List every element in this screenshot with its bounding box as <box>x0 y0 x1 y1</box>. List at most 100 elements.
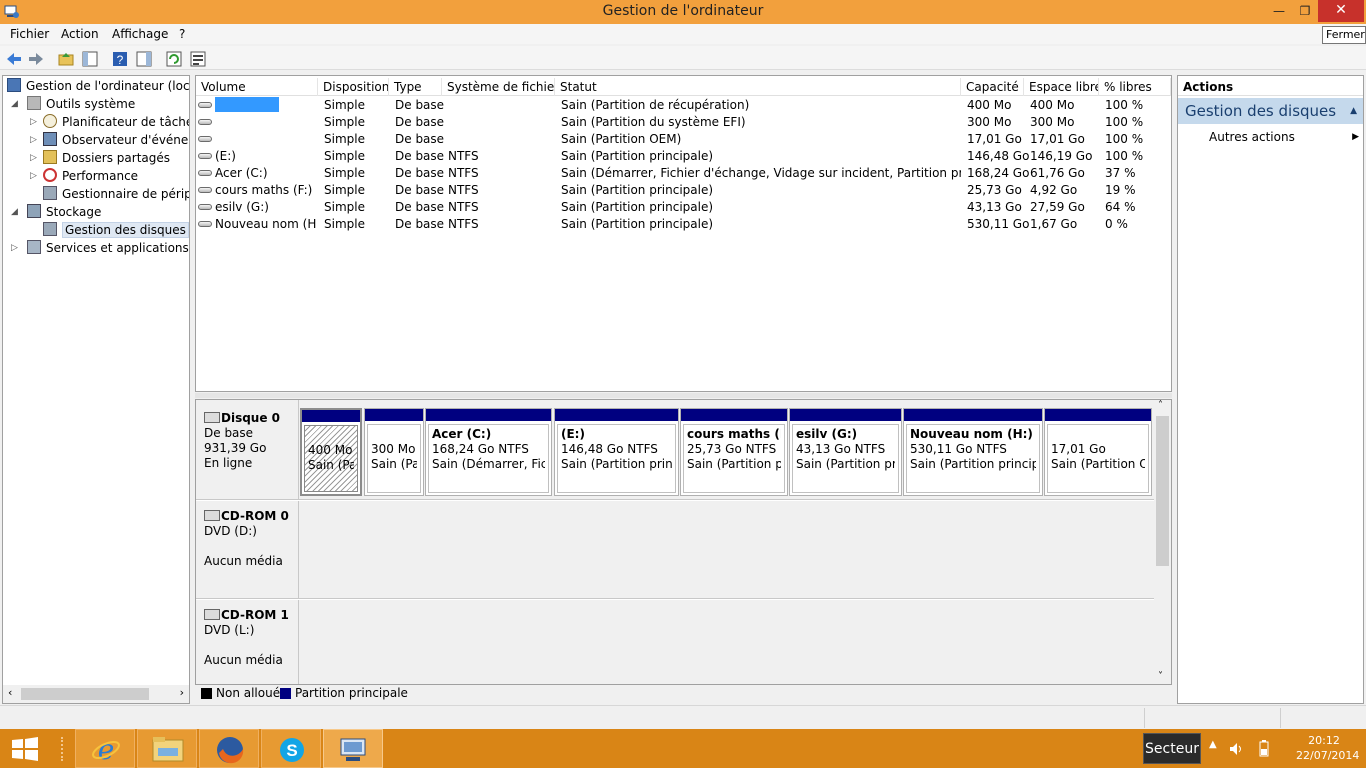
cdrom-1-label[interactable]: CD-ROM 1 DVD (L:) Aucun média <box>196 600 299 684</box>
expand-arrow-icon[interactable]: ▷ <box>30 113 37 131</box>
drive-icon <box>198 221 212 227</box>
expand-arrow-icon[interactable]: ▷ <box>11 239 18 257</box>
scroll-left-icon[interactable]: ‹ <box>8 686 12 699</box>
column-header-percent-free[interactable]: % libres <box>1099 78 1171 96</box>
column-header-layout[interactable]: Disposition <box>318 78 389 96</box>
partition-esilv-g[interactable]: esilv (G:) 43,13 Go NTFS Sain (Partition p… <box>789 408 902 496</box>
cdrom-1-kind: DVD (L:) <box>204 623 255 637</box>
help-icon[interactable]: ? <box>111 50 129 68</box>
tree-item-performance[interactable]: ▷ Performance <box>30 167 138 185</box>
drive-icon <box>198 153 212 159</box>
taskbar: e S Secteur ▲ 20:12 22/07/2014 <box>0 729 1366 768</box>
tree-item-task-scheduler[interactable]: ▷ Planificateur de tâches <box>30 113 189 131</box>
menu-action[interactable]: Action <box>61 27 99 41</box>
partition-oem[interactable]: 17,01 GoSain (Partition OE <box>1044 408 1152 496</box>
tree-item-disk-management[interactable]: Gestion des disques <box>43 221 189 239</box>
firefox-button[interactable] <box>199 729 259 768</box>
partition-e[interactable]: (E:)146,48 Go NTFSSain (Partition princi… <box>554 408 679 496</box>
cdrom-1-state: Aucun média <box>204 653 283 667</box>
scroll-down-icon[interactable]: ˅ <box>1158 671 1163 682</box>
partition-nouveau-nom-h[interactable]: Nouveau nom (H:) 530,11 Go NTFS Sain (Part… <box>903 408 1043 496</box>
refresh-icon[interactable] <box>165 50 183 68</box>
performance-icon <box>43 168 57 182</box>
volume-row[interactable]: Simple De base Sain (Partition du systèm… <box>196 114 1171 131</box>
file-explorer-button[interactable] <box>137 729 197 768</box>
expand-arrow-icon[interactable]: ▷ <box>30 149 37 167</box>
collapse-arrow-icon[interactable]: ◢ <box>11 203 18 221</box>
menu-fichier[interactable]: Fichier <box>10 27 49 41</box>
menu-affichage[interactable]: Affichage <box>112 27 168 41</box>
maximize-button[interactable]: ❐ <box>1292 0 1318 22</box>
partition-acer-c[interactable]: Acer (C:) 168,24 Go NTFS Sain (Démarrer, F… <box>425 408 552 496</box>
volume-name: (E:) <box>215 149 236 163</box>
column-header-status[interactable]: Statut <box>555 78 961 96</box>
pane-splitter[interactable] <box>195 393 1172 398</box>
minimize-button[interactable]: — <box>1266 0 1292 22</box>
tree-horizontal-scrollbar[interactable]: ‹ › <box>3 685 189 703</box>
toolbar: ? <box>0 46 1366 70</box>
collapse-arrow-icon[interactable]: ◢ <box>11 95 18 113</box>
scrollbar-thumb[interactable] <box>21 688 149 700</box>
start-icon[interactable] <box>10 737 40 761</box>
disk-0-label[interactable]: Disque 0 De base 931,39 Go En ligne <box>196 400 299 500</box>
volume-row[interactable]: (E:) Simple De base NTFS Sain (Partition… <box>196 148 1171 165</box>
volume-capacity: 530,11 Go <box>967 217 1030 231</box>
tree-item-system-tools[interactable]: ◢ Outils système <box>11 95 135 113</box>
up-folder-icon[interactable] <box>57 50 75 68</box>
collapse-caret-icon[interactable]: ▲ <box>1350 98 1357 125</box>
show-hidden-icons-icon[interactable]: ▲ <box>1209 739 1217 750</box>
volume-name-selection[interactable] <box>215 97 279 112</box>
column-header-capacity[interactable]: Capacité <box>961 78 1024 96</box>
actions-section-disk-management[interactable]: Gestion des disques ▲ <box>1178 98 1363 124</box>
clock-icon <box>43 114 57 128</box>
expand-arrow-icon[interactable]: ▷ <box>30 131 37 149</box>
scroll-right-icon[interactable]: › <box>180 686 184 699</box>
volume-free-space: 4,92 Go <box>1030 183 1078 197</box>
forward-arrow-icon[interactable] <box>27 50 45 68</box>
tree-item-computer-management[interactable]: Gestion de l'ordinateur (local) <box>7 77 189 95</box>
properties-icon[interactable] <box>189 50 207 68</box>
column-header-filesystem[interactable]: Système de fichiers <box>442 78 555 96</box>
volume-row[interactable]: esilv (G:) Simple De base NTFS Sain (Par… <box>196 199 1171 216</box>
tree-item-shared-folders[interactable]: ▷ Dossiers partagés <box>30 149 170 167</box>
show-hide-action-pane-icon[interactable] <box>135 50 153 68</box>
back-arrow-icon[interactable] <box>5 50 23 68</box>
tree-item-storage[interactable]: ◢ Stockage <box>11 203 101 221</box>
computer-management-button[interactable] <box>323 729 383 768</box>
cdrom-0-label[interactable]: CD-ROM 0 DVD (D:) Aucun média <box>196 501 299 599</box>
volume-capacity: 17,01 Go <box>967 132 1022 146</box>
status-bar <box>0 705 1366 730</box>
tree-item-event-viewer[interactable]: ▷ Observateur d'événeme <box>30 131 189 149</box>
show-hide-tree-icon[interactable] <box>81 50 99 68</box>
partition-recovery[interactable]: 400 MoSain (Parti <box>300 408 362 496</box>
skype-button[interactable]: S <box>261 729 321 768</box>
system-clock[interactable]: 20:12 22/07/2014 <box>1296 733 1360 763</box>
expand-arrow-icon[interactable]: ▷ <box>30 167 37 185</box>
tree-item-device-manager[interactable]: Gestionnaire de périphé <box>43 185 189 203</box>
partition-efi[interactable]: 300 MoSain (Par <box>364 408 424 496</box>
disk-map-vertical-scrollbar[interactable]: ˄ ˅ <box>1154 400 1171 684</box>
volume-row[interactable]: Simple De base Sain (Partition de récupé… <box>196 97 1171 114</box>
volume-row[interactable]: cours maths (F:) Simple De base NTFS Sai… <box>196 182 1171 199</box>
volume-capacity: 400 Mo <box>967 98 1012 112</box>
volume-name: esilv (G:) <box>215 200 269 214</box>
action-more-actions[interactable]: Autres actions ▶ <box>1209 128 1359 146</box>
volume-row[interactable]: Nouveau nom (H:) Simple De base NTFS Sai… <box>196 216 1171 233</box>
close-button[interactable]: ✕ <box>1318 0 1364 22</box>
partition-cours-maths-f[interactable]: cours maths (F:)25,73 Go NTFSSain (Parti… <box>680 408 788 496</box>
clock-date: 22/07/2014 <box>1296 749 1360 762</box>
volume-row[interactable]: Acer (C:) Simple De base NTFS Sain (Déma… <box>196 165 1171 182</box>
unallocated-swatch <box>201 688 212 699</box>
scroll-up-icon[interactable]: ˄ <box>1158 400 1163 411</box>
tree-item-services-applications[interactable]: ▷ Services et applications <box>11 239 189 257</box>
scrollbar-thumb[interactable] <box>1156 416 1169 566</box>
volume-icon[interactable] <box>1229 741 1245 757</box>
menu-help[interactable]: ? <box>179 27 185 41</box>
column-header-volume[interactable]: Volume <box>196 78 318 96</box>
column-header-free-space[interactable]: Espace libre <box>1024 78 1099 96</box>
firefox-icon <box>217 737 244 764</box>
column-header-type[interactable]: Type <box>389 78 442 96</box>
battery-power-icon[interactable] <box>1255 740 1271 758</box>
internet-explorer-button[interactable]: e <box>75 729 135 768</box>
volume-row[interactable]: Simple De base Sain (Partition OEM) 17,0… <box>196 131 1171 148</box>
